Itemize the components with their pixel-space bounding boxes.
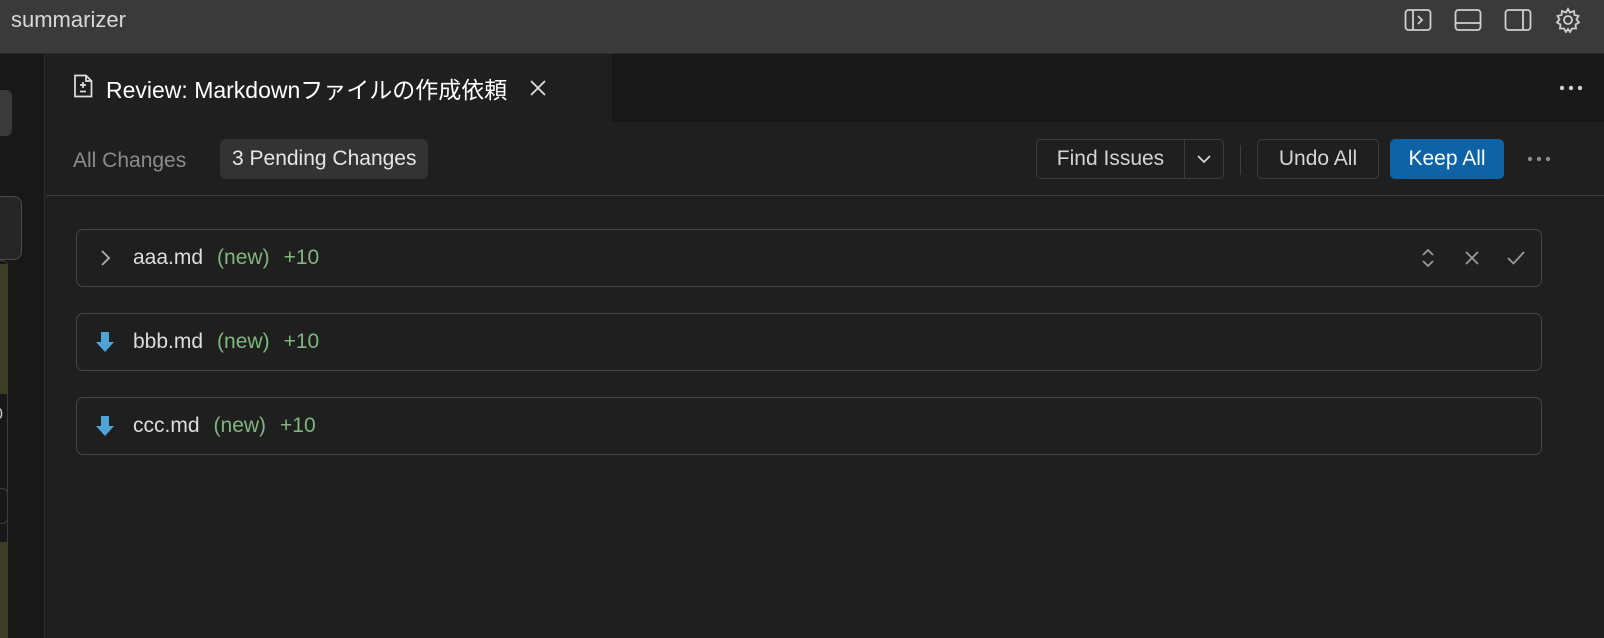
sidebar-partial-text: 0 [0, 406, 3, 424]
close-icon[interactable] [1459, 244, 1485, 272]
more-actions-icon[interactable] [1524, 144, 1554, 174]
gear-icon[interactable] [1552, 5, 1584, 35]
layout-controls [1402, 5, 1584, 35]
file-status: (new) [213, 414, 267, 437]
diff-file-icon [72, 74, 94, 103]
sidebar-element [0, 90, 12, 136]
expand-collapse-icon[interactable] [1415, 244, 1441, 272]
toggle-secondary-sidebar-icon[interactable] [1502, 5, 1534, 35]
file-additions: +10 [283, 246, 320, 269]
find-issues-button[interactable]: Find Issues [1037, 140, 1185, 178]
sidebar-element [0, 196, 22, 260]
file-name: aaa.md [133, 246, 204, 269]
check-icon[interactable] [1503, 244, 1529, 272]
sidebar-highlight [0, 542, 8, 638]
file-status: (new) [217, 246, 270, 269]
pending-changes-tab[interactable]: 3 Pending Changes [220, 139, 429, 179]
tab-bar: Review: Markdownファイルの作成依頼 [46, 54, 1604, 122]
more-actions-icon[interactable] [1556, 74, 1586, 102]
chevron-right-icon[interactable] [77, 249, 133, 267]
sidebar-highlight [0, 264, 8, 394]
keep-all-button[interactable]: Keep All [1390, 139, 1504, 179]
toolbar-divider [1240, 145, 1241, 175]
undo-all-button[interactable]: Undo All [1257, 139, 1379, 179]
file-additions: +10 [283, 330, 320, 353]
file-row-bbb[interactable]: bbb.md (new) +10 [76, 313, 1542, 371]
file-name: bbb.md [133, 330, 204, 353]
file-name: ccc.md [133, 414, 200, 437]
all-changes-tab[interactable]: All Changes [73, 149, 186, 173]
tab-review[interactable]: Review: Markdownファイルの作成依頼 [46, 54, 612, 122]
file-additions: +10 [280, 414, 316, 437]
arrow-down-icon [77, 331, 133, 353]
left-sidebar-edge: 0 [0, 54, 45, 638]
toggle-primary-sidebar-icon[interactable] [1402, 5, 1434, 35]
review-toolbar: All Changes 3 Pending Changes Find Issue… [46, 122, 1604, 196]
title-bar: summarizer [0, 0, 1604, 54]
editor-area: Review: Markdownファイルの作成依頼 All Changes 3 … [46, 54, 1604, 638]
app-title: summarizer [11, 7, 126, 32]
file-row-aaa[interactable]: aaa.md (new) +10 [76, 229, 1542, 287]
file-status: (new) [217, 330, 270, 353]
tab-label: Review: Markdownファイルの作成依頼 [106, 77, 508, 103]
file-row-actions [1415, 244, 1529, 272]
find-issues-split-button: Find Issues [1036, 139, 1224, 179]
file-row-ccc[interactable]: ccc.md (new) +10 [76, 397, 1542, 455]
chevron-down-icon[interactable] [1185, 140, 1223, 178]
close-icon[interactable] [525, 75, 551, 101]
arrow-down-icon [77, 415, 133, 437]
toggle-panel-icon[interactable] [1452, 5, 1484, 35]
